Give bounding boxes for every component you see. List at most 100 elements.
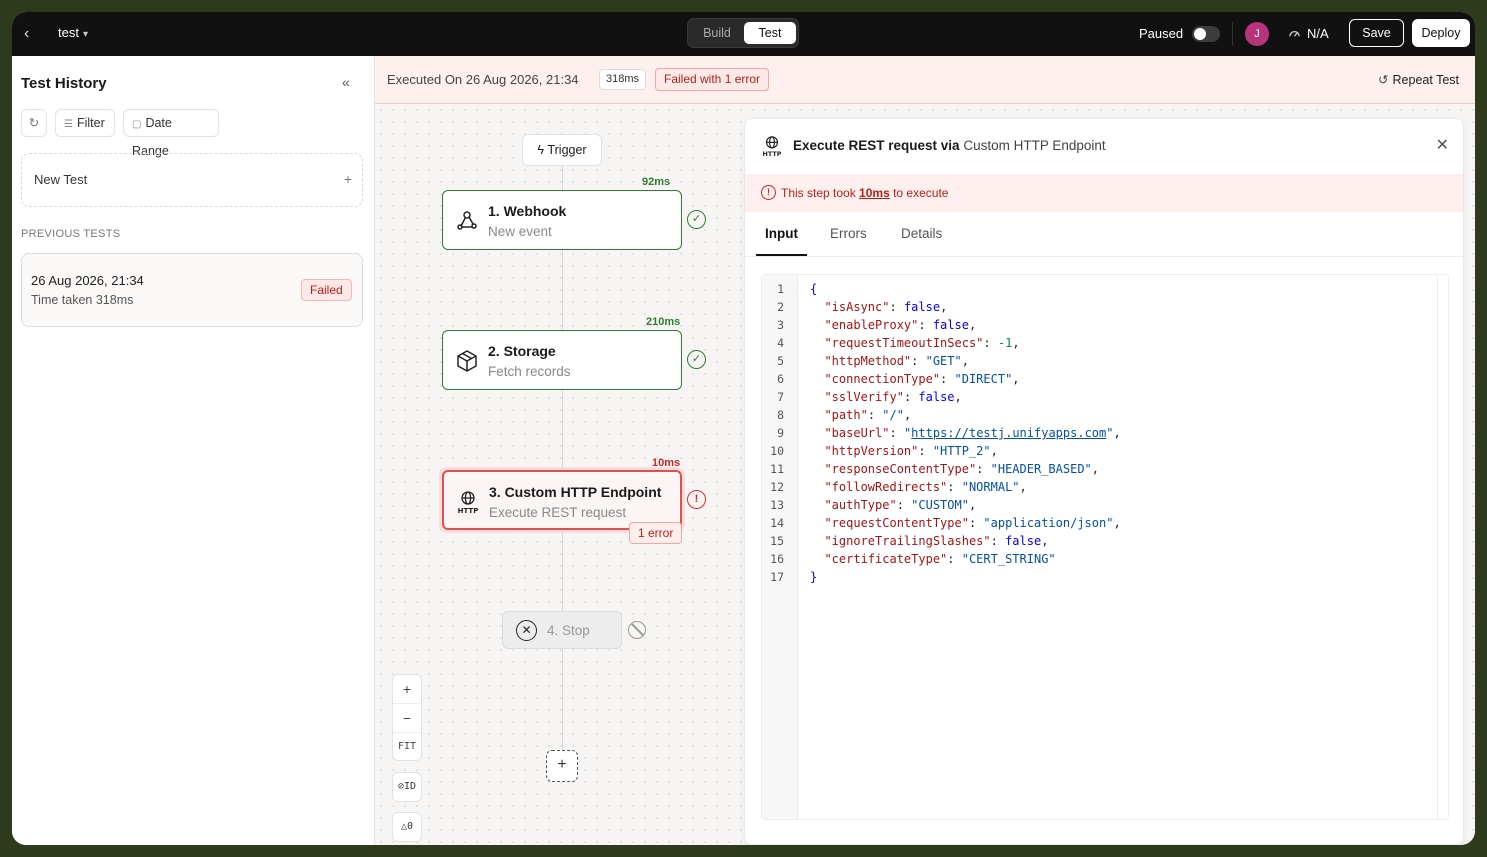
zoom-out-button[interactable]: − <box>393 704 421 733</box>
node-subtitle: Execute REST request <box>489 505 627 520</box>
toggle-ids-label: ID <box>403 781 417 792</box>
code-line: "followRedirects": "NORMAL", <box>824 480 1027 494</box>
refresh-button[interactable]: ↻ <box>21 109 47 137</box>
zoom-in-button[interactable]: + <box>393 675 421 704</box>
warnings-button[interactable]: △0 <box>392 812 422 842</box>
success-check-icon: ✓ <box>687 210 706 229</box>
node-error-badge[interactable]: 1 error <box>629 522 683 544</box>
panel-title: Execute REST request via Custom HTTP End… <box>793 138 1106 153</box>
line-number: 5 <box>777 354 784 368</box>
execution-summary-bar: Executed On 26 Aug 2026, 21:34 318ms Fai… <box>375 56 1475 104</box>
test-history-item[interactable]: 26 Aug 2026, 21:34 Time taken 318ms Fail… <box>21 253 363 327</box>
status-text: N/A <box>1307 26 1329 41</box>
repeat-icon: ↺ <box>1378 73 1389 87</box>
step-detail-panel: HTTP Execute REST request via Custom HTT… <box>744 118 1464 845</box>
code-line: "path": "/", <box>824 408 912 422</box>
vertical-scrollbar[interactable] <box>1437 275 1448 819</box>
flow-canvas[interactable]: Executed On 26 Aug 2026, 21:34 318ms Fai… <box>375 56 1475 845</box>
back-chevron-icon[interactable]: ‹ <box>24 25 42 43</box>
node-webhook[interactable]: 1. Webhook New event <box>442 190 682 250</box>
status-indicator[interactable]: N/A <box>1288 26 1329 41</box>
deploy-button[interactable]: Deploy <box>1412 19 1470 47</box>
skipped-icon <box>628 621 646 639</box>
test-duration: Time taken 318ms <box>31 293 134 307</box>
code-line: "authType": "CUSTOM", <box>824 498 977 512</box>
collapse-sidebar-icon[interactable]: « <box>342 74 350 90</box>
project-selector[interactable]: test ▾ <box>58 25 88 40</box>
svg-text:HTTP: HTTP <box>458 507 479 514</box>
repeat-test-button[interactable]: ↺ Repeat Test <box>1378 72 1459 87</box>
code-line: } <box>810 570 818 584</box>
lightning-icon: ϟ <box>537 143 548 157</box>
line-number: 13 <box>770 498 784 512</box>
panel-tabs: Input Errors Details <box>745 212 1463 257</box>
plus-icon: + <box>343 171 352 187</box>
paused-label: Paused <box>1139 26 1184 41</box>
node-subtitle: Fetch records <box>488 364 571 379</box>
executed-on-text: Executed On 26 Aug 2026, 21:34 <box>387 72 579 87</box>
code-line: { <box>810 282 818 296</box>
node-custom-http-endpoint[interactable]: HTTP 3. Custom HTTP Endpoint Execute RES… <box>442 470 682 530</box>
stop-x-icon: ✕ <box>516 620 537 641</box>
code-line: "httpMethod": "GET", <box>824 354 969 368</box>
tab-test[interactable]: Test <box>744 22 796 44</box>
json-code-editor[interactable]: 1 {2 "isAsync": false, 3 "enableProxy": fa… <box>761 274 1449 820</box>
http-globe-icon: HTTP <box>458 491 479 514</box>
avatar[interactable]: J <box>1245 22 1269 46</box>
top-bar: ‹ test ▾ Build Test Paused J N/A Save Dep… <box>12 12 1475 56</box>
code-line: "certificateType": "CERT_STRING" <box>824 552 1056 566</box>
http-globe-icon: HTTP <box>763 136 782 157</box>
node-title: 1. Webhook <box>488 203 567 219</box>
toggle-knob <box>1194 28 1206 40</box>
date-range-button[interactable]: ▢ Date Range <box>123 109 219 158</box>
stop-label: 4. Stop <box>547 623 590 638</box>
line-number: 8 <box>777 408 784 422</box>
test-history-sidebar: Test History « ↻ ☰ Filter ▢ Date Range New… <box>12 56 375 845</box>
tab-input[interactable]: Input <box>765 226 798 241</box>
line-number: 14 <box>770 516 784 530</box>
fit-view-button[interactable]: FIT <box>393 733 421 762</box>
line-number: 2 <box>777 300 784 314</box>
webhook-icon <box>457 211 477 230</box>
filter-button[interactable]: ☰ Filter <box>55 109 115 137</box>
line-number: 3 <box>777 318 784 332</box>
add-step-button[interactable]: + <box>546 750 578 782</box>
node-title: 3. Custom HTTP Endpoint <box>489 484 662 500</box>
paused-toggle[interactable] <box>1192 26 1220 42</box>
line-number: 17 <box>770 570 784 584</box>
code-line: "connectionType": "DIRECT", <box>824 372 1020 386</box>
plus-icon: + <box>557 756 567 773</box>
code-line: "requestContentType": "application/json"… <box>824 516 1121 530</box>
line-number: 16 <box>770 552 784 566</box>
alert-text: This step took 10ms to execute <box>781 186 948 200</box>
node-stop[interactable]: ✕ 4. Stop <box>502 611 622 649</box>
tab-errors[interactable]: Errors <box>830 226 867 241</box>
filter-label: Filter <box>76 116 105 130</box>
svg-text:HTTP: HTTP <box>763 150 782 157</box>
trigger-label: Trigger <box>547 143 587 157</box>
app-window: ‹ test ▾ Build Test Paused J N/A Save Dep… <box>12 12 1475 845</box>
tab-build[interactable]: Build <box>691 22 743 44</box>
toggle-ids-button[interactable]: ⊘ID <box>392 772 422 802</box>
line-number: 11 <box>770 462 784 476</box>
alert-circle-icon: ! <box>761 185 776 200</box>
code-line: "ignoreTrailingSlashes": false, <box>824 534 1049 548</box>
new-test-button[interactable]: New Test + <box>21 153 363 207</box>
line-number: 10 <box>770 444 784 458</box>
alert-prefix: This step took <box>781 186 856 200</box>
code-line: "enableProxy": false, <box>824 318 977 332</box>
node-duration: 210ms <box>646 316 681 328</box>
save-button[interactable]: Save <box>1349 19 1404 47</box>
close-icon[interactable]: ✕ <box>1436 135 1449 155</box>
connector-line <box>562 166 563 190</box>
node-storage[interactable]: 2. Storage Fetch records <box>442 330 682 390</box>
warnings-count: 0 <box>407 821 414 832</box>
line-number: 7 <box>777 390 784 404</box>
panel-title-action: Execute REST request via <box>793 138 960 153</box>
test-date: 26 Aug 2026, 21:34 <box>31 273 144 288</box>
code-line: "sslVerify": false, <box>824 390 962 404</box>
trigger-button[interactable]: ϟ Trigger <box>522 134 602 166</box>
active-tab-indicator <box>756 254 807 256</box>
refresh-icon: ↻ <box>28 116 40 130</box>
tab-details[interactable]: Details <box>901 226 942 241</box>
